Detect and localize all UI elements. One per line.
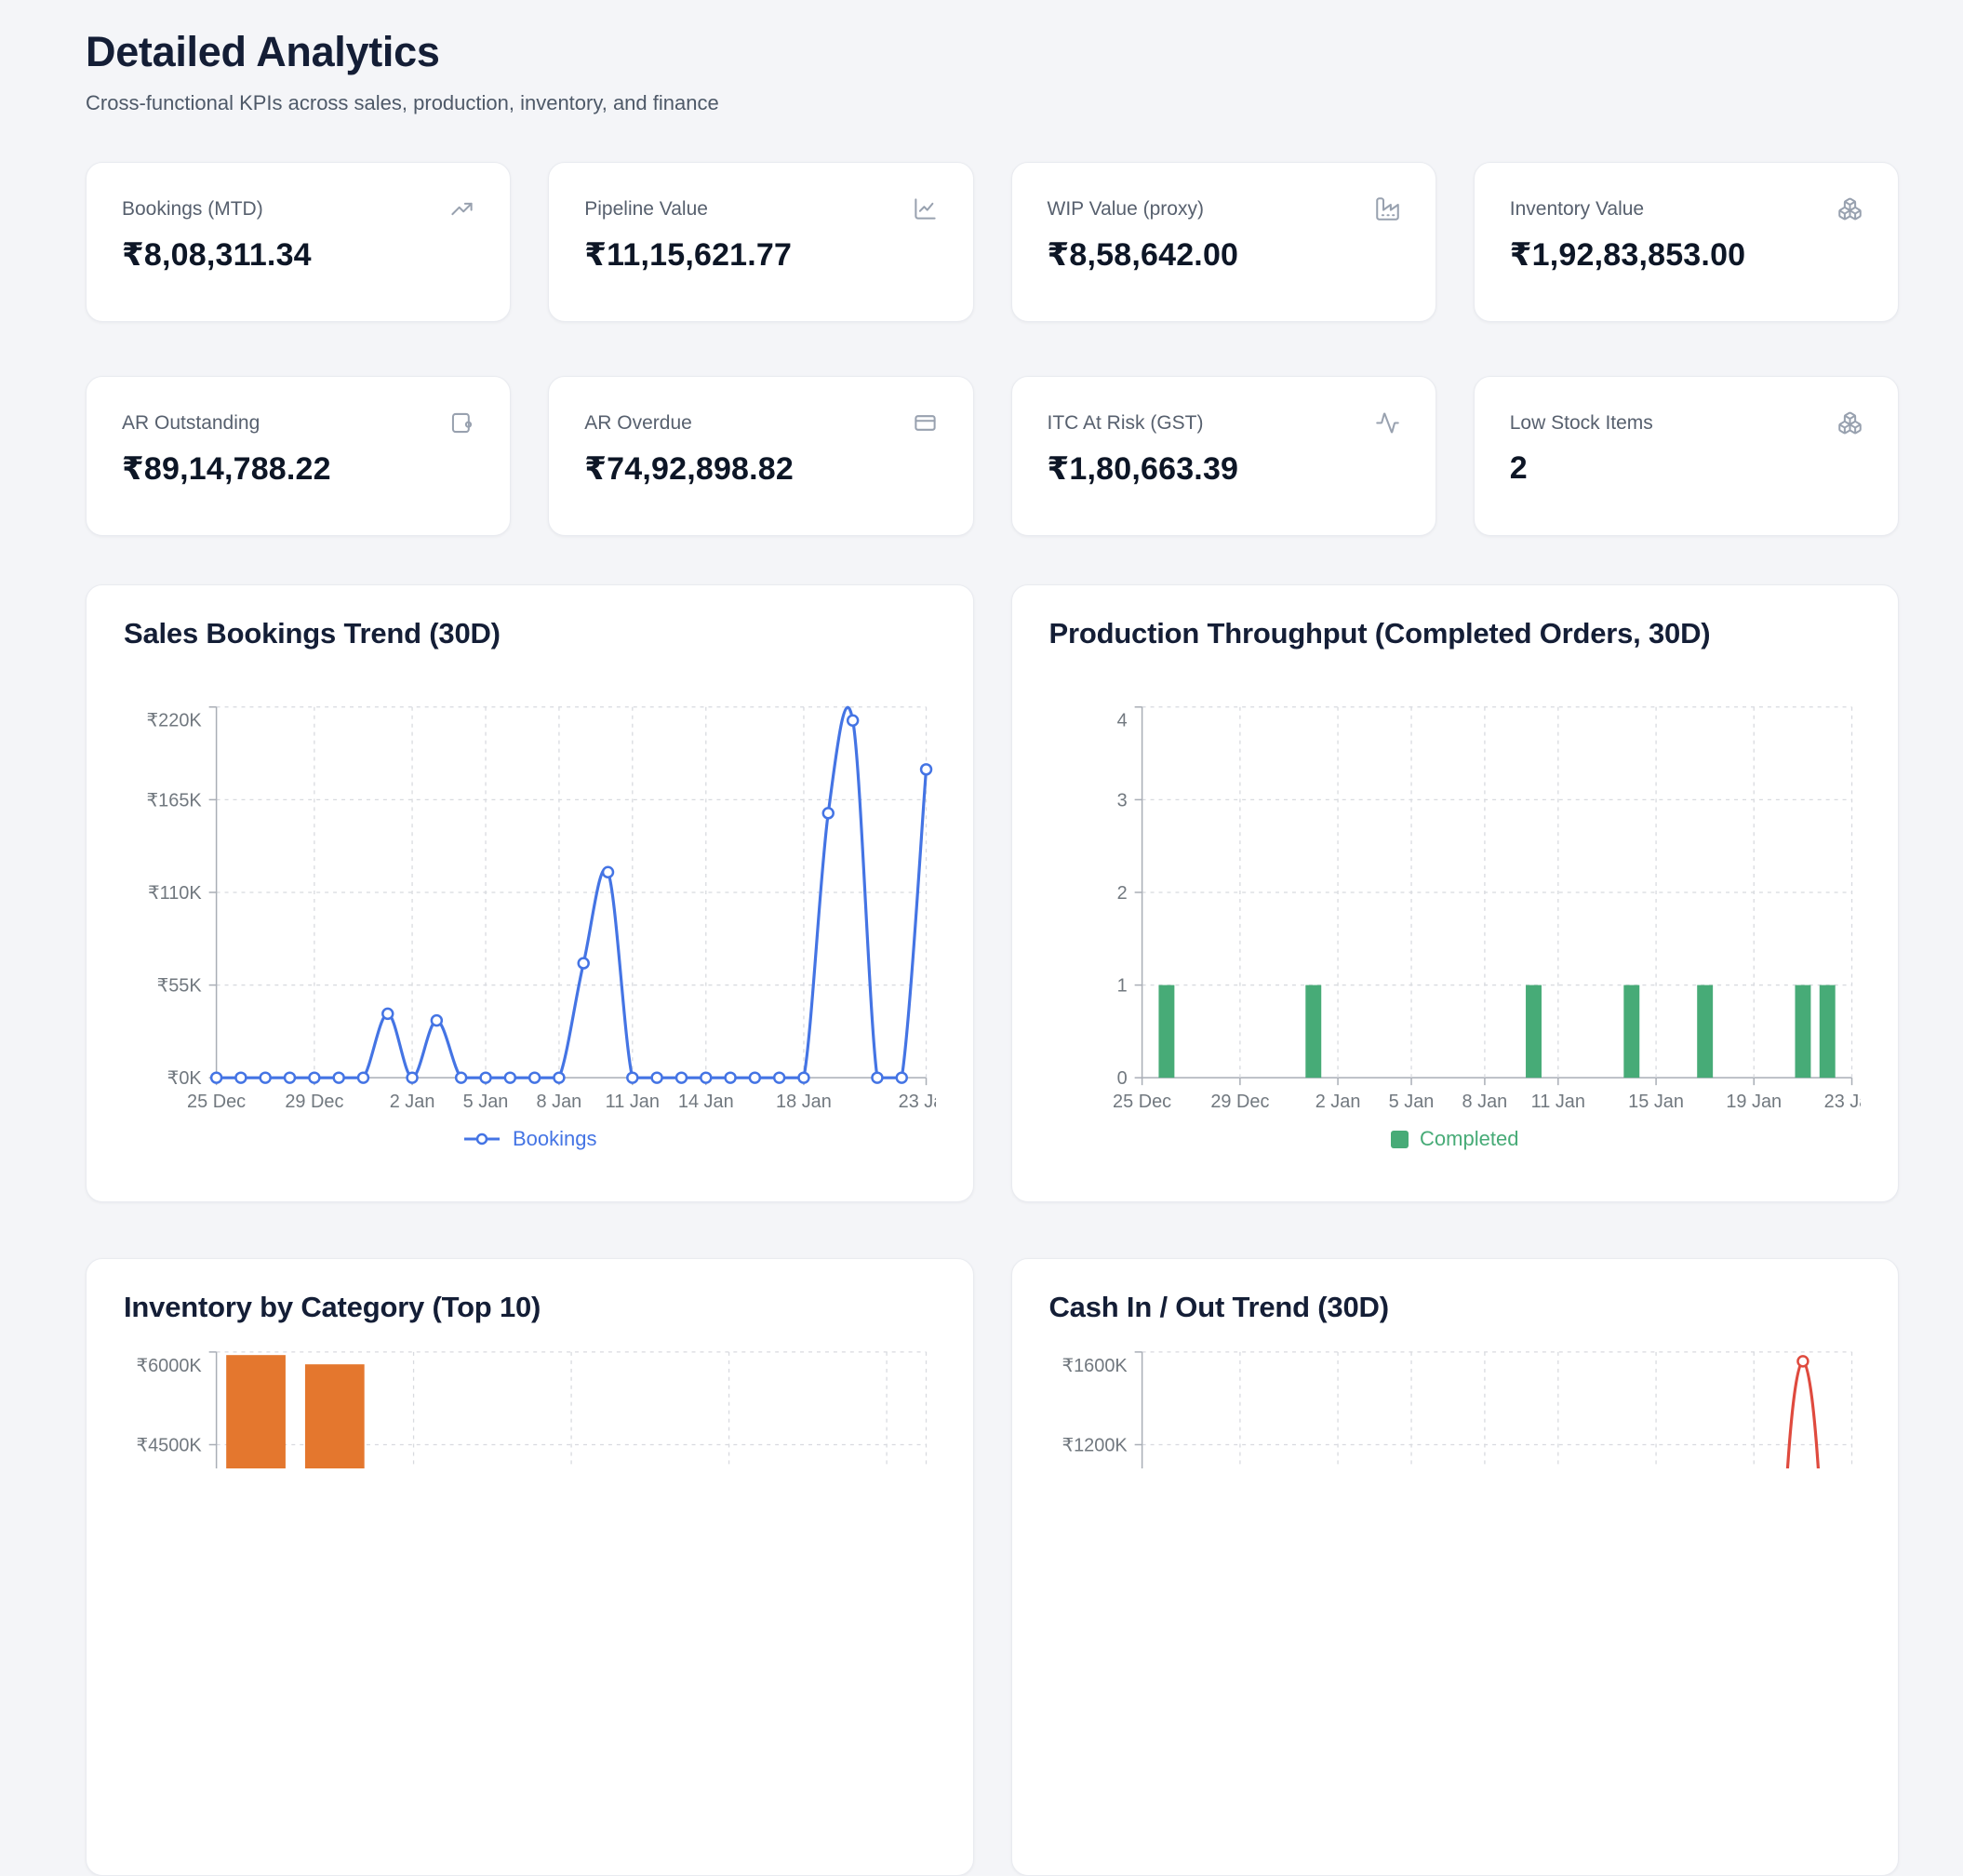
svg-text:₹6000K: ₹6000K <box>136 1356 202 1376</box>
factory-icon <box>1375 196 1400 221</box>
sales-bookings-svg: ₹220K ₹165K ₹110K ₹55K ₹0K 25 Dec 29 Dec 2 Jan 5… <box>124 656 936 1118</box>
kpi-value: ₹8,58,642.00 <box>1048 236 1400 274</box>
inventory-by-category-legend <box>124 1478 936 1502</box>
legend-label: Completed <box>1420 1127 1518 1151</box>
kpi-label: WIP Value (proxy) <box>1048 198 1204 221</box>
svg-text:5 Jan: 5 Jan <box>1388 1092 1434 1112</box>
kpi-label: AR Outstanding <box>122 412 260 435</box>
legend-label: Bookings <box>513 1127 597 1151</box>
svg-text:0: 0 <box>1116 1068 1127 1089</box>
sales-bookings-legend: Bookings <box>124 1127 936 1151</box>
activity-icon <box>1375 410 1400 436</box>
kpi-card: Inventory Value ₹1,92,83,853.00 <box>1474 162 1899 322</box>
kpi-value: ₹8,08,311.34 <box>122 236 474 274</box>
kpi-label: ITC At Risk (GST) <box>1048 412 1204 435</box>
svg-text:₹1200K: ₹1200K <box>1062 1435 1128 1455</box>
svg-text:25 Dec: 25 Dec <box>1113 1092 1171 1112</box>
svg-text:2 Jan: 2 Jan <box>390 1092 435 1112</box>
kpi-label: Pipeline Value <box>584 198 708 221</box>
svg-text:₹55K: ₹55K <box>157 976 203 997</box>
boxes-icon <box>1837 196 1863 221</box>
svg-text:11 Jan: 11 Jan <box>1530 1092 1584 1112</box>
svg-text:₹220K: ₹220K <box>147 711 203 731</box>
kpi-label: Inventory Value <box>1510 198 1644 221</box>
kpi-label: Bookings (MTD) <box>122 198 263 221</box>
kpi-value: ₹1,80,663.39 <box>1048 450 1400 488</box>
cash-in-out-svg: ₹1600K ₹1200K <box>1049 1330 1862 1468</box>
svg-text:19 Jan: 19 Jan <box>1726 1092 1782 1112</box>
kpi-value: ₹11,15,621.77 <box>584 236 937 274</box>
kpi-value: ₹1,92,83,853.00 <box>1510 236 1863 274</box>
boxes-icon <box>1837 410 1863 436</box>
kpi-label: AR Overdue <box>584 412 692 435</box>
kpi-value: ₹89,14,788.22 <box>122 450 474 488</box>
kpi-grid: Bookings (MTD) ₹8,08,311.34 Pipeline Val… <box>86 162 1899 536</box>
svg-text:4: 4 <box>1116 711 1127 731</box>
svg-text:2: 2 <box>1116 883 1127 904</box>
page-subtitle: Cross-functional KPIs across sales, prod… <box>86 91 1899 115</box>
svg-text:5 Jan: 5 Jan <box>463 1092 509 1112</box>
svg-text:29 Dec: 29 Dec <box>285 1092 343 1112</box>
svg-text:2 Jan: 2 Jan <box>1315 1092 1360 1112</box>
svg-text:11 Jan: 11 Jan <box>606 1092 660 1112</box>
kpi-value: ₹74,92,898.82 <box>584 450 937 488</box>
sales-bookings-chart: ₹220K ₹165K ₹110K ₹55K ₹0K 25 Dec 29 Dec 2 Jan 5… <box>124 656 936 1118</box>
chart-title-cash-in-out: Cash In / Out Trend (30D) <box>1049 1291 1862 1324</box>
kpi-card: ITC At Risk (GST) ₹1,80,663.39 <box>1011 376 1436 536</box>
svg-text:₹110K: ₹110K <box>148 883 202 904</box>
svg-text:15 Jan: 15 Jan <box>1628 1092 1684 1112</box>
svg-text:25 Dec: 25 Dec <box>187 1092 246 1112</box>
inventory-by-category-svg: ₹6000K ₹4500K <box>124 1330 936 1468</box>
chart-line-icon <box>913 196 938 221</box>
chart-card-sales-bookings: Sales Bookings Trend (30D) ₹220K ₹165K ₹11… <box>86 584 974 1202</box>
charts-grid: Sales Bookings Trend (30D) ₹220K ₹165K ₹11… <box>86 584 1899 1876</box>
kpi-card: Pipeline Value ₹11,15,621.77 <box>548 162 973 322</box>
chart-card-cash-in-out: Cash In / Out Trend (30D) ₹1600K ₹1200K <box>1011 1258 1900 1876</box>
legend-swatch <box>1391 1131 1409 1148</box>
svg-text:29 Dec: 29 Dec <box>1210 1092 1269 1112</box>
page-title: Detailed Analytics <box>86 28 1899 76</box>
cash-in-out-legend <box>1049 1478 1862 1502</box>
svg-text:8 Jan: 8 Jan <box>1462 1092 1507 1112</box>
svg-text:₹165K: ₹165K <box>147 790 203 811</box>
svg-text:1: 1 <box>1116 976 1127 997</box>
svg-text:₹0K: ₹0K <box>167 1068 203 1089</box>
analytics-page: Detailed Analytics Cross-functional KPIs… <box>86 0 1899 1876</box>
svg-text:₹4500K: ₹4500K <box>136 1435 202 1455</box>
kpi-card: Low Stock Items 2 <box>1474 376 1899 536</box>
inventory-by-category-chart: ₹6000K ₹4500K <box>124 1330 936 1468</box>
cash-in-out-chart: ₹1600K ₹1200K <box>1049 1330 1862 1468</box>
trending-up-icon <box>449 196 474 221</box>
wallet-icon <box>449 410 474 436</box>
kpi-card: AR Overdue ₹74,92,898.82 <box>548 376 973 536</box>
svg-text:18 Jan: 18 Jan <box>776 1092 832 1112</box>
credit-card-icon <box>913 410 938 436</box>
svg-text:8 Jan: 8 Jan <box>537 1092 582 1112</box>
chart-title-production-throughput: Production Throughput (Completed Orders,… <box>1049 617 1862 650</box>
production-throughput-chart: 4 3 2 1 0 25 Dec 29 Dec 2 Jan 5 Jan 8 Jan 11 Jan 15… <box>1049 656 1862 1118</box>
kpi-card: AR Outstanding ₹89,14,788.22 <box>86 376 511 536</box>
svg-text:23 Jan: 23 Jan <box>899 1092 936 1112</box>
legend-line-marker <box>462 1132 501 1146</box>
kpi-label: Low Stock Items <box>1510 412 1653 435</box>
chart-card-production-throughput: Production Throughput (Completed Orders,… <box>1011 584 1900 1202</box>
kpi-value: 2 <box>1510 450 1863 487</box>
kpi-card: WIP Value (proxy) ₹8,58,642.00 <box>1011 162 1436 322</box>
chart-card-inventory-by-category: Inventory by Category (Top 10) ₹6000K ₹45… <box>86 1258 974 1876</box>
svg-text:23 Jan: 23 Jan <box>1823 1092 1861 1112</box>
kpi-card: Bookings (MTD) ₹8,08,311.34 <box>86 162 511 322</box>
production-throughput-legend: Completed <box>1049 1127 1862 1151</box>
svg-text:₹1600K: ₹1600K <box>1062 1356 1128 1376</box>
svg-text:14 Jan: 14 Jan <box>678 1092 734 1112</box>
chart-title-sales-bookings: Sales Bookings Trend (30D) <box>124 617 936 650</box>
chart-title-inventory-by-category: Inventory by Category (Top 10) <box>124 1291 936 1324</box>
svg-text:3: 3 <box>1116 790 1127 811</box>
production-throughput-svg: 4 3 2 1 0 25 Dec 29 Dec 2 Jan 5 Jan 8 Jan 11 Jan 15… <box>1049 656 1862 1118</box>
